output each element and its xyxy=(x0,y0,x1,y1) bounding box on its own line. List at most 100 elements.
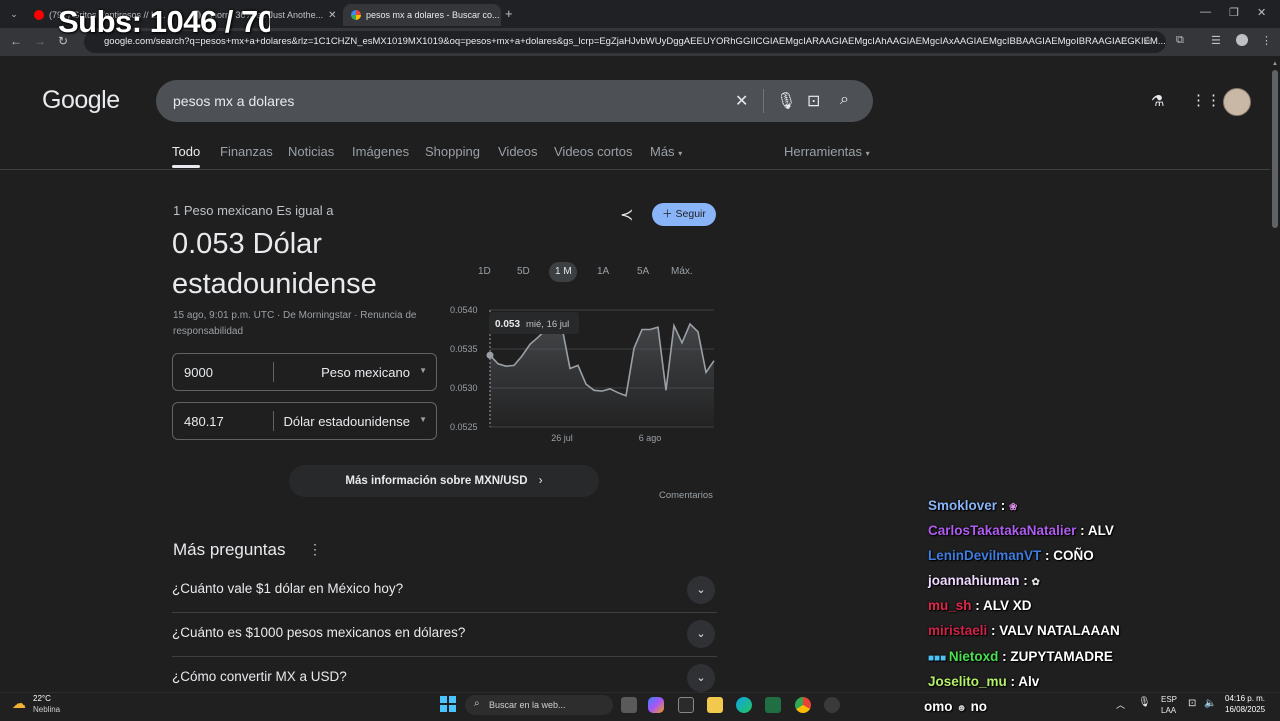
windows-start-icon[interactable] xyxy=(440,696,456,712)
file-explorer-icon[interactable] xyxy=(707,697,723,713)
range-5d[interactable]: 5D xyxy=(517,266,530,277)
language-code[interactable]: ESP xyxy=(1161,695,1177,704)
search-icon[interactable]: ⌕ xyxy=(840,91,849,109)
chart-y-tick-label: 0.0525 xyxy=(450,422,478,432)
dropdown-caret-icon[interactable]: ▼ xyxy=(419,366,427,375)
search-input[interactable]: pesos mx a dolares xyxy=(173,93,294,109)
forward-icon[interactable]: → xyxy=(34,34,46,48)
share-icon[interactable]: ≺ xyxy=(620,205,633,225)
lens-search-icon[interactable]: ⊡ xyxy=(807,91,820,111)
volume-icon[interactable]: 🔈 xyxy=(1204,698,1216,709)
tab-todo[interactable]: Todo xyxy=(172,144,200,159)
tab-imagenes[interactable]: Imágenes xyxy=(352,144,409,159)
dropdown-caret-icon[interactable]: ▼ xyxy=(419,415,427,424)
close-window-icon[interactable]: ✕ xyxy=(1257,6,1266,19)
weather-temp[interactable]: 22°C xyxy=(33,694,51,703)
reading-list-icon[interactable]: ☰ xyxy=(1211,34,1221,47)
scroll-up-icon[interactable]: ▲ xyxy=(1272,61,1278,67)
range-1a[interactable]: 1A xyxy=(597,266,609,277)
youtube-icon xyxy=(34,10,44,20)
microphone-icon[interactable]: 🎙 xyxy=(1138,697,1151,708)
taskbar-search[interactable]: Buscar en la web... xyxy=(465,695,613,715)
nav-divider xyxy=(0,169,1270,170)
new-tab-icon[interactable]: + xyxy=(505,6,513,21)
copilot-icon[interactable] xyxy=(648,697,664,713)
tab-noticias[interactable]: Noticias xyxy=(288,144,334,159)
paa-title: Más preguntas xyxy=(173,540,286,559)
to-amount-input[interactable]: 480.17 xyxy=(184,414,224,429)
language-layout[interactable]: LAA xyxy=(1161,706,1176,715)
to-currency-select[interactable]: Dólar estadounidense xyxy=(284,414,410,429)
bookmark-star-icon[interactable]: ☆ xyxy=(1143,34,1153,47)
weather-desc[interactable]: Neblina xyxy=(33,705,60,714)
task-view-icon[interactable] xyxy=(621,697,637,713)
apps-grid-icon[interactable]: ⋮⋮ xyxy=(1191,91,1221,109)
chart-y-tick-label: 0.0535 xyxy=(450,344,478,354)
ghost-emote-icon: ✿ xyxy=(1031,577,1040,588)
tab-finanzas[interactable]: Finanzas xyxy=(220,144,273,159)
clock-date[interactable]: 16/08/2025 xyxy=(1225,705,1265,714)
chevron-down-icon[interactable]: ⌄ xyxy=(687,664,715,692)
voice-search-icon[interactable]: 🎙 xyxy=(776,91,796,111)
range-5a[interactable]: 5A xyxy=(637,266,649,277)
clock-time[interactable]: 04:16 p. m. xyxy=(1225,694,1265,703)
browser-menu-icon[interactable]: ⋮ xyxy=(1261,34,1272,47)
from-currency-field[interactable]: 9000 Peso mexicano ▼ xyxy=(172,353,437,391)
tab-google-search[interactable]: pesos mx a dolares - Buscar co... ✕ xyxy=(343,4,501,26)
feedback-link[interactable]: Comentarios xyxy=(659,490,713,501)
chart-tooltip: 0.053 mié, 16 jul xyxy=(489,312,579,334)
clear-search-icon[interactable]: ✕ xyxy=(735,91,748,111)
field-divider xyxy=(273,362,274,382)
more-options-icon[interactable]: ⋮ xyxy=(308,541,322,558)
store-icon[interactable] xyxy=(678,697,694,713)
profile-icon[interactable] xyxy=(1236,34,1248,46)
tab-shopping[interactable]: Shopping xyxy=(425,144,480,159)
from-amount-input[interactable]: 9000 xyxy=(184,365,213,380)
tab-videos-cortos[interactable]: Videos cortos xyxy=(554,144,633,159)
avatar[interactable] xyxy=(1223,88,1251,116)
app-icon[interactable] xyxy=(824,697,840,713)
scrollbar-thumb[interactable] xyxy=(1272,70,1278,228)
weather-icon[interactable]: ☁ xyxy=(12,695,26,712)
from-currency-select[interactable]: Peso mexicano xyxy=(321,365,410,380)
back-icon[interactable]: ← xyxy=(10,34,22,48)
tray-chevron-up-icon[interactable]: ︿ xyxy=(1116,698,1125,711)
chart-cursor-dot xyxy=(486,351,494,359)
chevron-right-icon: › xyxy=(538,475,543,487)
edge-icon[interactable] xyxy=(736,697,752,713)
tab-mas[interactable]: Más ▾ xyxy=(650,144,682,159)
app-icon[interactable] xyxy=(765,697,781,713)
more-info-button[interactable]: Más información sobre MXN/USD › xyxy=(289,465,599,497)
tools-button[interactable]: Herramientas ▾ xyxy=(784,144,870,159)
range-1d[interactable]: 1D xyxy=(478,266,491,277)
range-max[interactable]: Máx. xyxy=(671,266,693,277)
paa-question[interactable]: ¿Cuánto vale $1 dólar en México hoy? ⌄ xyxy=(172,568,717,613)
minimize-icon[interactable]: — xyxy=(1200,6,1211,18)
chat-line: Smoklover : ❀ xyxy=(928,498,1018,513)
maximize-icon[interactable]: ❐ xyxy=(1229,6,1239,19)
exchange-rate-chart[interactable]: 0.0540 0.0535 0.0530 0.0525 26 jul 6 ago 0.0… xyxy=(448,300,720,450)
chat-message: ALV xyxy=(1087,523,1114,538)
heart-emote-icon: ❀ xyxy=(1009,502,1018,513)
chat-user: Smoklover xyxy=(928,498,998,513)
network-icon[interactable]: ⊡ xyxy=(1188,698,1196,709)
range-1m[interactable]: 1 M xyxy=(555,266,572,277)
follow-button[interactable]: ＋ Seguir xyxy=(652,203,716,226)
paa-question[interactable]: ¿Cómo convertir MX a USD? ⌄ xyxy=(172,656,717,692)
chat-user: mu_sh xyxy=(928,598,972,613)
zoom-icon[interactable]: ⌕ xyxy=(1121,34,1127,47)
to-currency-field[interactable]: 480.17 Dólar estadounidense ▼ xyxy=(172,402,437,440)
chrome-icon[interactable] xyxy=(795,697,811,713)
tab-search-chevron-icon[interactable]: ⌄ xyxy=(6,6,22,22)
tools-label: Herramientas xyxy=(784,144,863,159)
paa-question[interactable]: ¿Cuánto es $1000 pesos mexicanos en dóla… xyxy=(172,612,717,657)
chevron-down-icon[interactable]: ⌄ xyxy=(687,576,715,604)
extensions-icon[interactable]: ⧉ xyxy=(1176,34,1184,47)
tab-videos[interactable]: Videos xyxy=(498,144,538,159)
search-divider xyxy=(763,89,764,113)
chevron-down-icon[interactable]: ⌄ xyxy=(687,620,715,648)
labs-flask-icon[interactable]: ⚗ xyxy=(1151,92,1164,110)
close-tab-icon[interactable]: ✕ xyxy=(328,10,336,21)
caret-down-icon: ▾ xyxy=(865,149,870,158)
google-logo[interactable]: Google xyxy=(42,86,120,115)
